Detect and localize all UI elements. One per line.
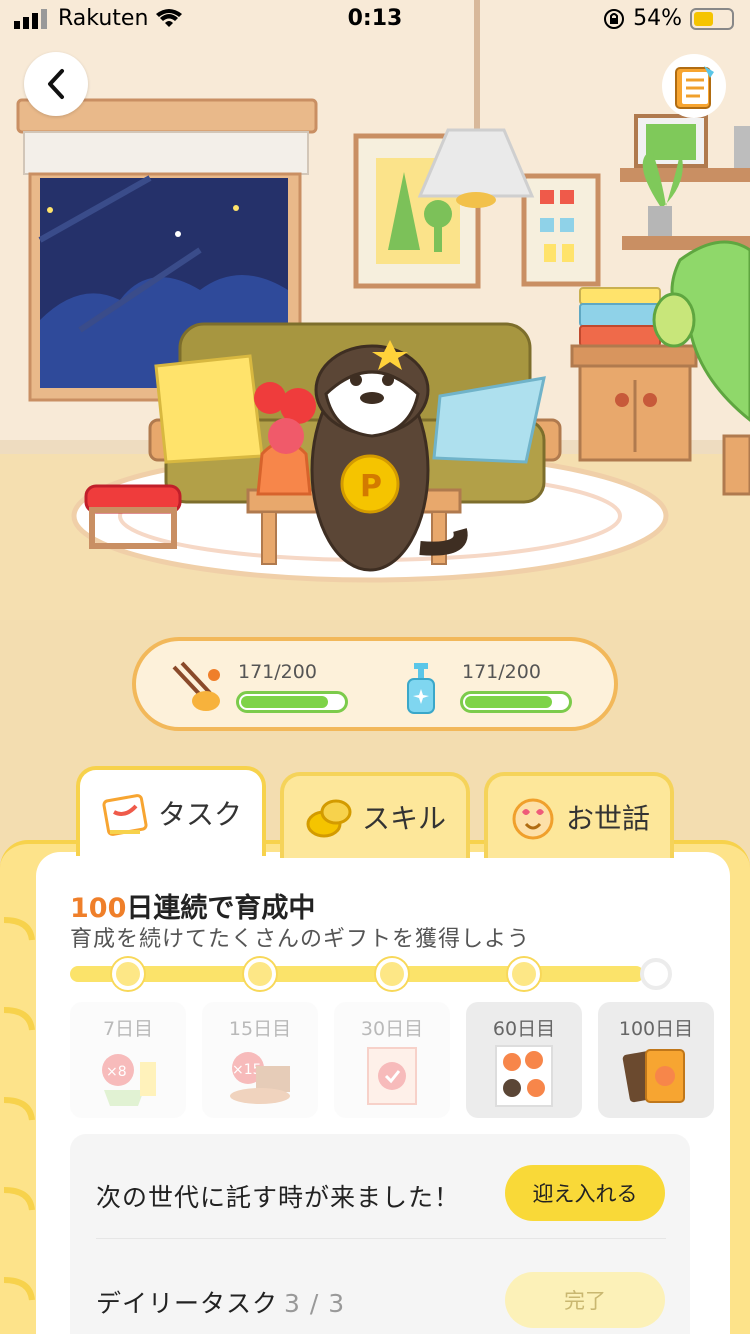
milestone-badge: ×8 — [106, 1064, 127, 1080]
cake-icon: ×15 — [230, 1052, 290, 1104]
clean-gauge-bar — [460, 691, 572, 713]
milestone-day100[interactable]: 100日目 — [598, 1002, 714, 1118]
calendar-icon — [102, 794, 148, 836]
svg-text:P: P — [360, 469, 382, 504]
milestone-day30[interactable]: 30日目 — [334, 1002, 450, 1118]
progress-dot — [508, 958, 540, 990]
milestone-day7[interactable]: 7日目 ×8 — [70, 1002, 186, 1118]
binder-rings — [3, 917, 35, 1301]
soap-bottle-icon — [407, 663, 435, 714]
orientation-lock-icon — [604, 8, 625, 29]
task-divider — [96, 1238, 666, 1239]
tab-task[interactable]: タスク — [76, 766, 266, 856]
done-button[interactable]: 完了 — [505, 1272, 665, 1328]
coins-icon — [306, 799, 352, 838]
battery-icon — [690, 7, 734, 30]
certificate-icon — [367, 1047, 417, 1105]
clean-gauge-fill — [465, 696, 553, 708]
progress-track — [70, 966, 644, 982]
milestone-label: 15日目 — [228, 1018, 292, 1040]
welcome-button[interactable]: 迎え入れる — [505, 1165, 665, 1221]
food-gauge: 171/200 — [170, 657, 360, 717]
milestone-label: 100日目 — [618, 1018, 694, 1040]
daily-task-label: デイリータスク — [96, 1289, 279, 1318]
tab-care-label: お世話 — [565, 802, 650, 835]
battery-level — [694, 11, 714, 26]
status-right: 54% — [603, 6, 734, 31]
room-scene: P — [0, 0, 750, 620]
heart-eyes-icon — [512, 798, 554, 840]
tab-task-label: タスク — [157, 798, 242, 831]
daily-task: デイリータスク 3 / 3 — [96, 1284, 345, 1320]
progress-dot — [112, 958, 144, 990]
milestone-label: 30日目 — [360, 1018, 424, 1040]
food-gauge-bar — [236, 691, 348, 713]
notebook-icon — [675, 66, 714, 109]
next-generation-task: 次の世代に託す時が来ました！ — [96, 1183, 461, 1212]
progress-dot — [376, 958, 408, 990]
status-gauges: 171/200 171/200 — [132, 637, 618, 731]
tab-skill[interactable]: スキル — [280, 772, 470, 858]
food-icon — [172, 661, 220, 711]
streak-title: 100日連続で育成中 — [70, 886, 315, 925]
notebook-button[interactable] — [662, 54, 726, 118]
clean-gauge-value: 171/200 — [462, 661, 541, 683]
clean-gauge: 171/200 — [394, 657, 584, 717]
room-illustration: P — [16, 98, 750, 583]
back-button[interactable] — [24, 52, 88, 116]
streak-days: 100 — [70, 893, 127, 924]
flower-cup-icon: ×8 — [102, 1054, 156, 1106]
food-gauge-fill — [241, 696, 329, 708]
tab-care[interactable]: お世話 — [484, 772, 674, 858]
streak-subtitle: 育成を続けてたくさんのギフトを獲得しよう — [70, 927, 531, 952]
cards-icon — [622, 1049, 685, 1103]
milestone-label: 60日目 — [492, 1018, 556, 1040]
tab-skill-label: スキル — [361, 802, 446, 835]
chevron-left-icon — [48, 69, 64, 99]
status-bar: Rakuten 0:13 54% — [0, 0, 750, 40]
milestone-label: 7日目 — [102, 1018, 154, 1040]
sticker-sheet-icon — [495, 1045, 553, 1107]
milestone-day60[interactable]: 60日目 — [466, 1002, 582, 1118]
milestone-day15[interactable]: 15日目 ×15 — [202, 1002, 318, 1118]
progress-dot — [244, 958, 276, 990]
streak-title-text: 日連続で育成中 — [126, 893, 316, 924]
battery-percent: 54% — [633, 6, 682, 31]
daily-task-count: 3 / 3 — [284, 1289, 346, 1318]
progress-dot-current — [640, 958, 672, 990]
food-gauge-value: 171/200 — [238, 661, 317, 683]
